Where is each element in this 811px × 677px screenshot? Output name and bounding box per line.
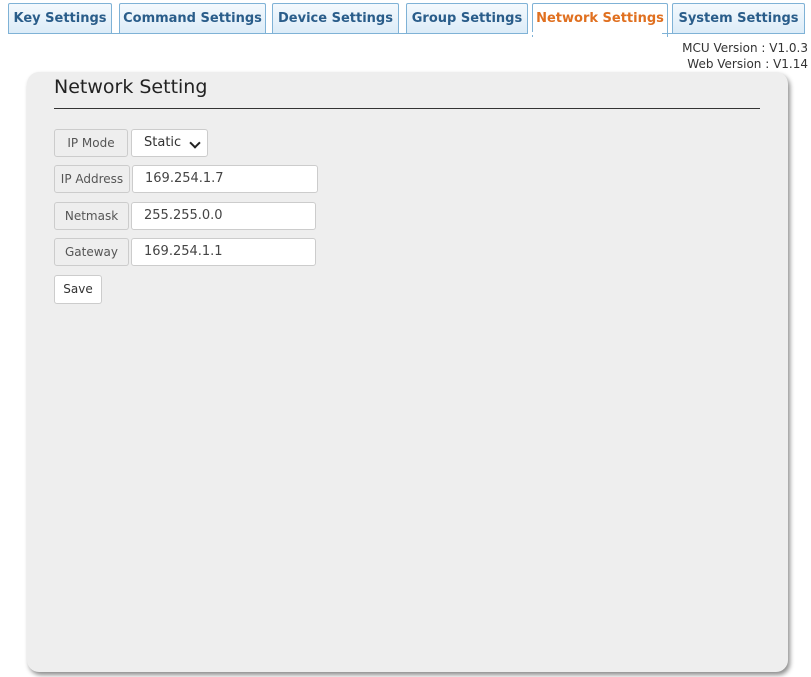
netmask-label: Netmask xyxy=(54,202,129,230)
ip-address-label: IP Address xyxy=(54,165,130,193)
network-setting-panel: Network Setting IP Mode Static IP Addres… xyxy=(27,72,788,672)
page: Key Settings Command Settings Device Set… xyxy=(0,0,811,677)
gateway-input[interactable]: 169.254.1.1 xyxy=(131,238,316,266)
ip-mode-value: Static xyxy=(144,135,182,150)
tab-underline xyxy=(8,33,805,34)
tab-system-settings[interactable]: System Settings xyxy=(672,3,805,33)
save-button[interactable]: Save xyxy=(54,275,102,304)
ip-mode-select[interactable]: Static xyxy=(131,129,208,157)
tab-key-settings[interactable]: Key Settings xyxy=(8,3,112,33)
mcu-version: MCU Version : V1.0.3 xyxy=(682,41,808,55)
ip-address-input[interactable]: 169.254.1.7 xyxy=(132,165,318,193)
netmask-input[interactable]: 255.255.0.0 xyxy=(131,202,316,230)
page-title: Network Setting xyxy=(54,76,208,98)
tab-device-settings[interactable]: Device Settings xyxy=(272,3,399,33)
gateway-label: Gateway xyxy=(54,238,129,266)
title-divider xyxy=(54,108,760,109)
active-tab-gap xyxy=(528,32,662,35)
ip-mode-label: IP Mode xyxy=(54,129,128,157)
version-info: MCU Version : V1.0.3 Web Version : V1.14 xyxy=(682,40,808,72)
chevron-down-icon xyxy=(189,137,201,149)
tab-group-settings[interactable]: Group Settings xyxy=(406,3,528,33)
tab-command-settings[interactable]: Command Settings xyxy=(119,3,266,33)
web-version: Web Version : V1.14 xyxy=(687,57,808,71)
